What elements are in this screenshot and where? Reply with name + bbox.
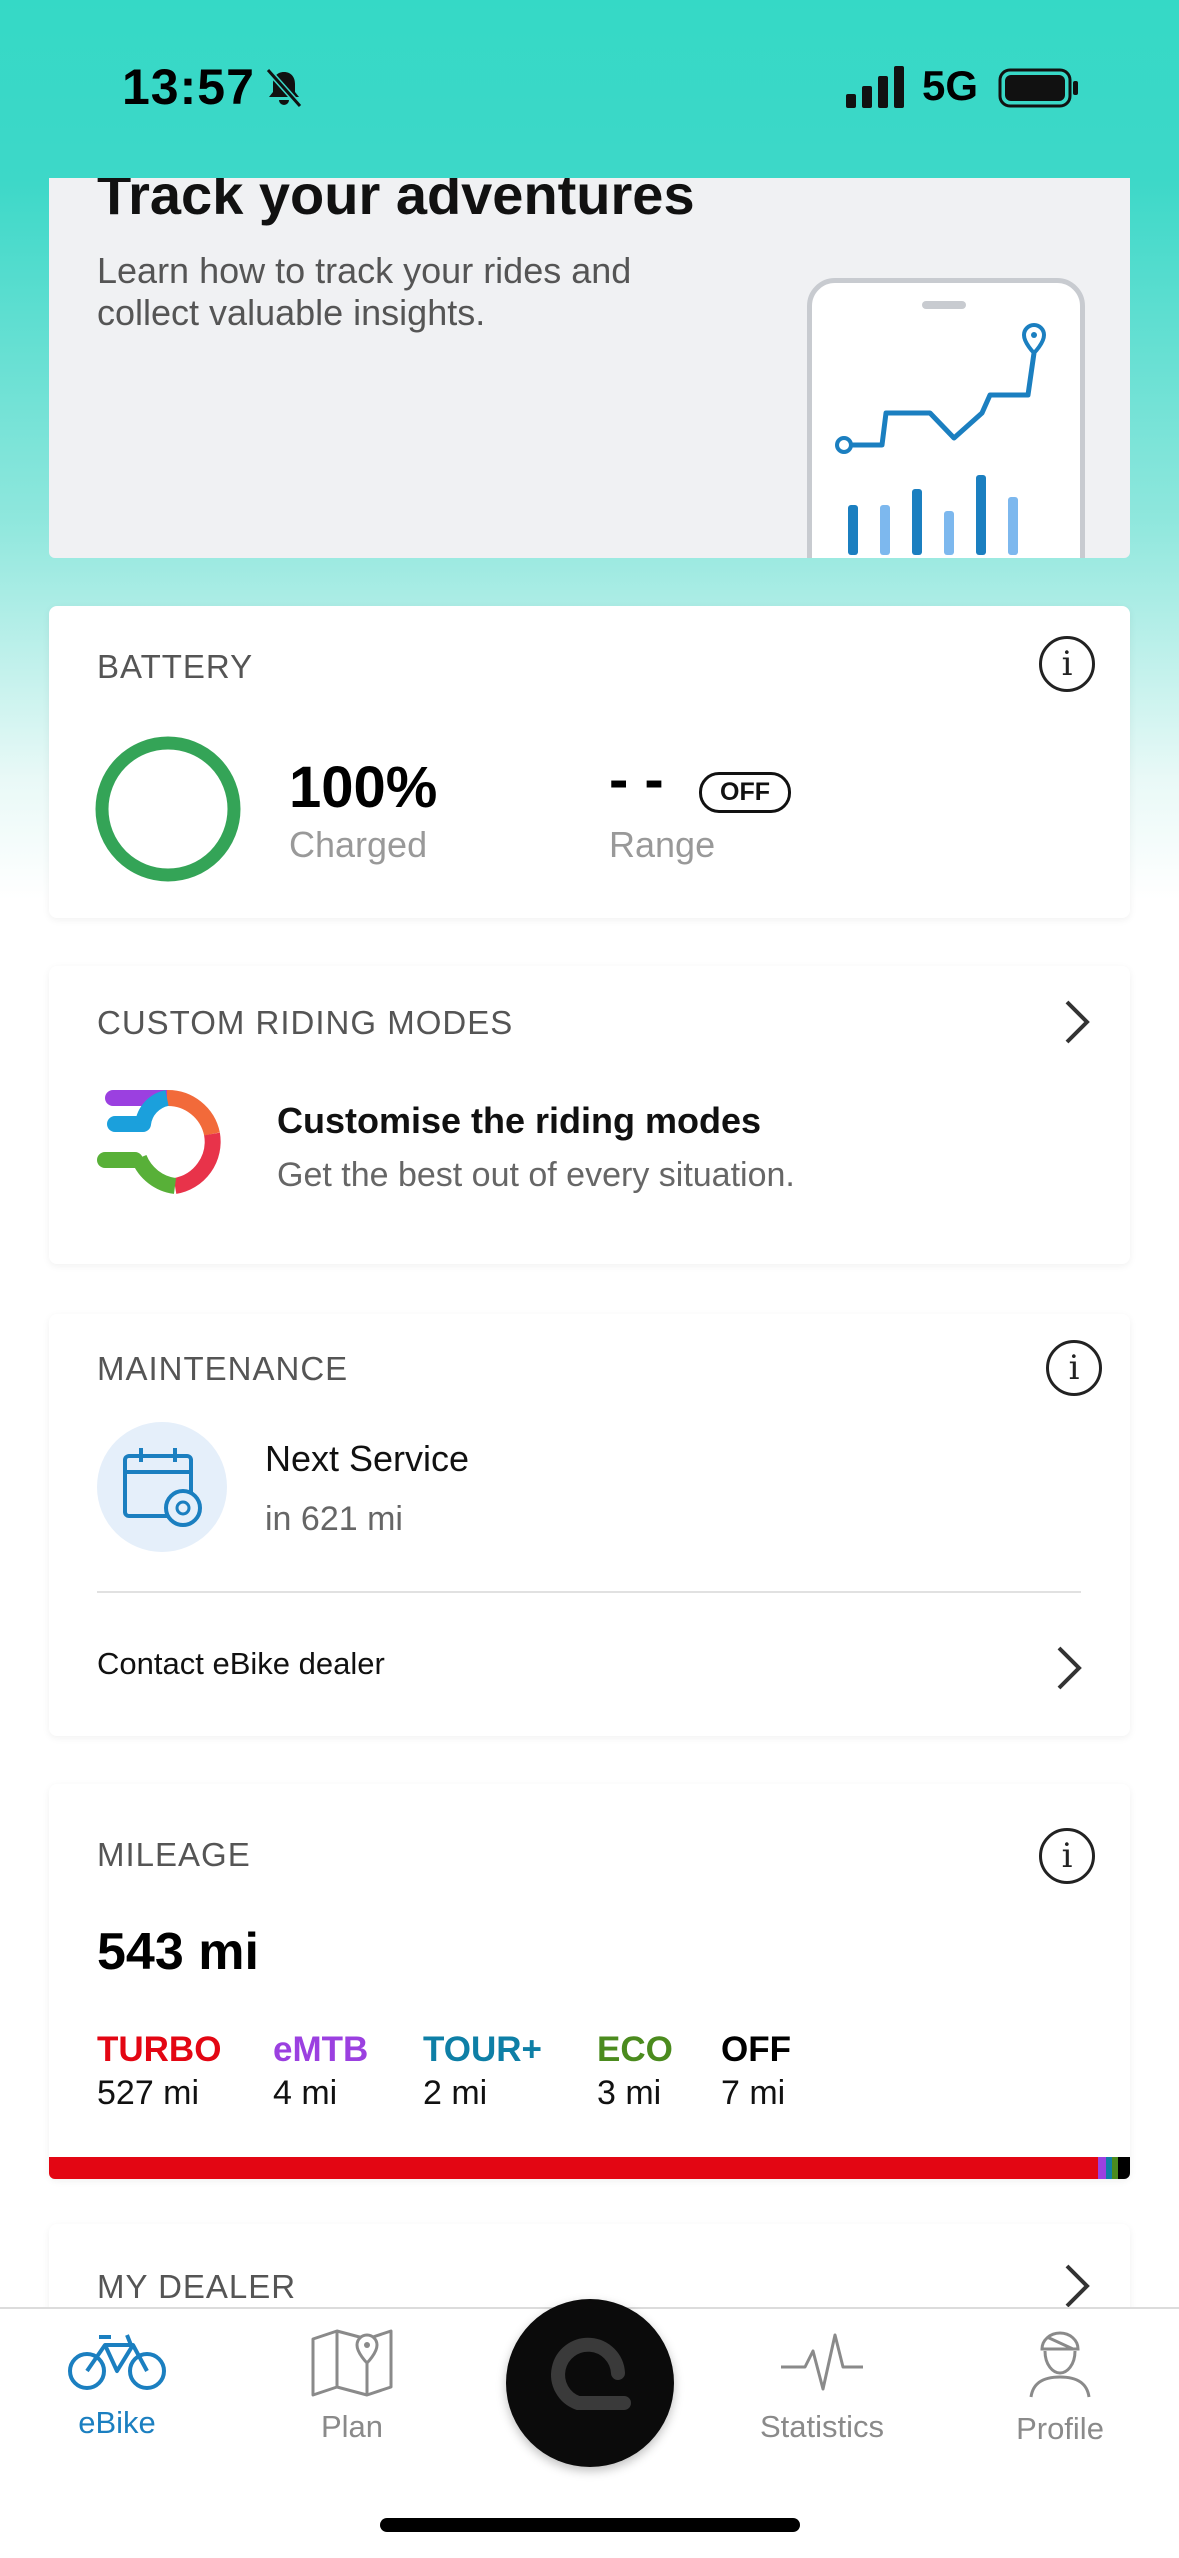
maintenance-divider: [97, 1591, 1081, 1593]
tab-statistics[interactable]: Statistics: [722, 2309, 922, 2445]
contact-dealer-link[interactable]: Contact eBike dealer: [97, 1646, 385, 1682]
mileage-distribution-bar: [49, 2157, 1130, 2179]
mode-distance: 7 mi: [721, 2074, 786, 2112]
mileage-segment: [49, 2157, 1099, 2179]
mileage-total: 543 mi: [97, 1923, 259, 1981]
range-caption: Range: [609, 824, 716, 865]
mode-distance: 527 mi: [97, 2074, 200, 2112]
range-value: - -: [609, 747, 664, 812]
bike-icon: [68, 2334, 166, 2390]
maintenance-info-icon[interactable]: i: [1046, 1340, 1102, 1396]
chevron-right-icon[interactable]: [1051, 1644, 1087, 1692]
mileage-card: MILEAGE i 543 mi TURBO 527 mi eMTB 4 mi …: [49, 1784, 1130, 2179]
promo-title: Track your adventures: [97, 178, 695, 226]
mileage-label: MILEAGE: [97, 1836, 251, 1873]
mode-eco: ECO 3 mi: [597, 2030, 673, 2113]
next-service-title: Next Service: [265, 1438, 470, 1479]
battery-info-icon[interactable]: i: [1039, 636, 1095, 692]
battery-charged-caption: Charged: [289, 824, 428, 865]
riding-modes-icon: [97, 1090, 221, 1194]
battery-card: BATTERY i 100% Charged - - OFF Range: [49, 606, 1130, 918]
route-chart-icon: [835, 322, 1047, 555]
track-adventures-card[interactable]: Track your adventures Learn how to track…: [49, 178, 1130, 558]
tab-label: Statistics: [759, 2409, 885, 2444]
start-ride-button[interactable]: [506, 2299, 674, 2467]
map-icon: [311, 2329, 393, 2397]
riding-modes-label: CUSTOM RIDING MODES: [97, 1004, 514, 1041]
next-service-value: in 621 mi: [265, 1500, 403, 1538]
riding-modes-title: Customise the riding modes: [277, 1100, 762, 1141]
mode-off: OFF 7 mi: [721, 2030, 791, 2113]
range-off-badge: OFF: [699, 772, 791, 813]
mode-turbo: TURBO 527 mi: [97, 2030, 221, 2113]
battery-ring: [95, 736, 241, 882]
mode-name: ECO: [597, 2030, 673, 2069]
tab-ebike[interactable]: eBike: [17, 2309, 217, 2441]
mode-distance: 2 mi: [423, 2074, 488, 2112]
silent-mode-icon: [265, 68, 303, 108]
ride-logo-icon: [551, 2337, 631, 2410]
tab-plan[interactable]: Plan: [252, 2309, 452, 2445]
chevron-right-icon[interactable]: [1059, 998, 1095, 1046]
tab-profile[interactable]: Profile: [960, 2309, 1160, 2447]
mode-name: TURBO: [97, 2030, 222, 2069]
mode-tour-plus: TOUR+ 2 mi: [423, 2030, 542, 2113]
status-bar: 13:57 5G: [0, 0, 1179, 170]
mode-distance: 4 mi: [273, 2074, 338, 2112]
mileage-segment: [1118, 2157, 1130, 2179]
mode-name: OFF: [721, 2030, 791, 2069]
activity-icon: [781, 2333, 863, 2391]
chevron-right-icon[interactable]: [1059, 2262, 1095, 2310]
network-type: 5G: [922, 62, 979, 109]
status-time: 13:57: [122, 59, 255, 115]
battery-label: BATTERY: [97, 648, 254, 685]
tab-label: Profile: [1016, 2411, 1104, 2446]
my-dealer-label: MY DEALER: [97, 2268, 297, 2305]
promo-subtitle: Learn how to track your rides and collec…: [97, 250, 632, 333]
tab-label: Plan: [320, 2409, 384, 2444]
service-calendar-icon: [97, 1422, 227, 1552]
phone-battery-icon: [998, 68, 1078, 108]
mode-distance: 3 mi: [597, 2074, 662, 2112]
cellular-signal-icon: [846, 66, 904, 108]
mileage-segment: [1098, 2157, 1107, 2179]
mode-emtb: eMTB 4 mi: [273, 2030, 368, 2113]
riding-modes-subtitle: Get the best out of every situation.: [277, 1156, 795, 1194]
battery-percent: 100%: [289, 755, 438, 820]
custom-riding-modes-card[interactable]: CUSTOM RIDING MODES Customise the riding…: [49, 966, 1130, 1264]
home-indicator: [380, 2518, 800, 2532]
mode-name: eMTB: [273, 2030, 369, 2069]
rider-icon: [1029, 2331, 1091, 2398]
phone-illustration: [807, 278, 1085, 558]
maintenance-label: MAINTENANCE: [97, 1350, 349, 1387]
mode-name: TOUR+: [423, 2030, 542, 2069]
tab-label: eBike: [78, 2405, 156, 2440]
mileage-info-icon[interactable]: i: [1039, 1828, 1095, 1884]
maintenance-card: MAINTENANCE i Next Service in 621 mi Con…: [49, 1314, 1130, 1736]
